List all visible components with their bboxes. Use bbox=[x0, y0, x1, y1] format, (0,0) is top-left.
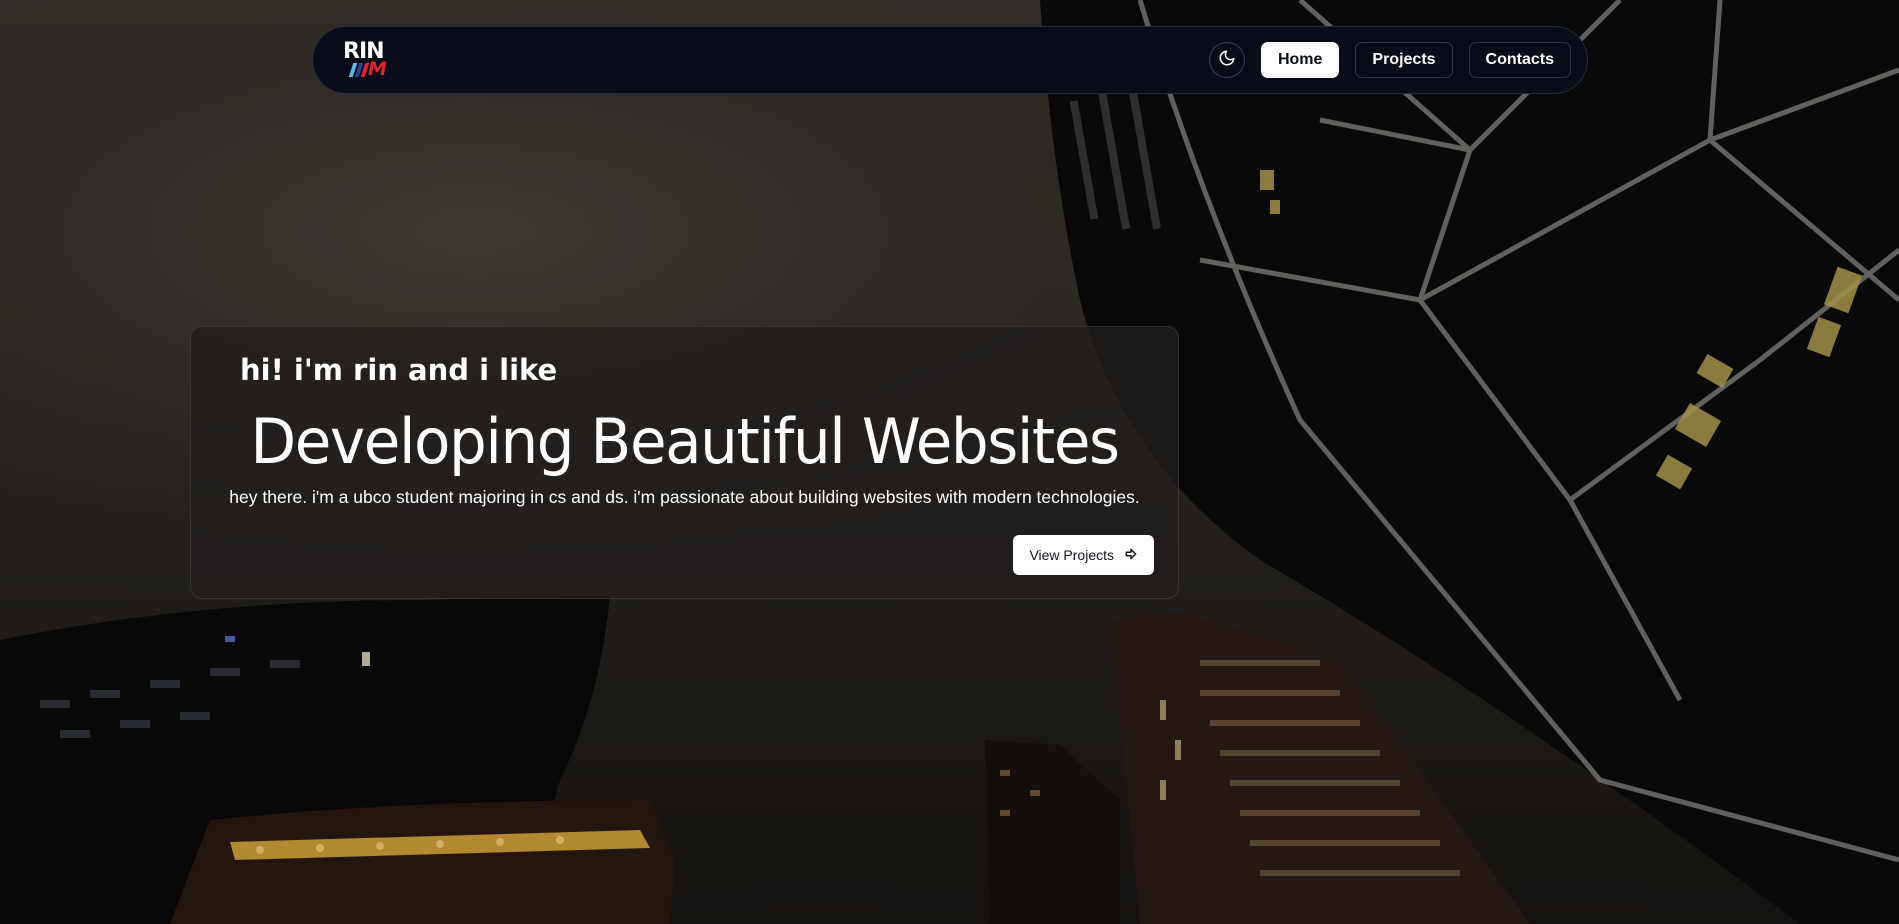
hero-card: hi! i'm rin and i like Developing Beauti… bbox=[190, 326, 1179, 599]
logo-bottom-text: M bbox=[368, 58, 387, 80]
nav-links: Home Projects Contacts bbox=[1208, 42, 1571, 78]
page: RIN M Home Projects Contacts hi! i'm rin… bbox=[0, 0, 1899, 924]
hero-intro: hi! i'm rin and i like bbox=[240, 353, 558, 387]
nav-home-button[interactable]: Home bbox=[1260, 42, 1340, 78]
moon-icon bbox=[1218, 49, 1236, 72]
logo-bottom: M bbox=[348, 58, 387, 80]
view-projects-label: View Projects bbox=[1029, 547, 1114, 563]
hero-title: Developing Beautiful Websites bbox=[250, 405, 1120, 478]
nav-contacts-button[interactable]: Contacts bbox=[1468, 42, 1571, 78]
nav-projects-button[interactable]: Projects bbox=[1355, 42, 1453, 78]
theme-toggle-button[interactable] bbox=[1208, 42, 1245, 78]
hero-description: hey there. i'm a ubco student majoring i… bbox=[229, 487, 1140, 507]
navbar: RIN M Home Projects Contacts bbox=[312, 26, 1588, 94]
view-projects-button[interactable]: View Projects bbox=[1013, 535, 1154, 575]
arrow-right-icon bbox=[1124, 547, 1138, 564]
logo-stripes-icon bbox=[348, 62, 370, 77]
site-logo[interactable]: RIN M bbox=[343, 41, 387, 79]
